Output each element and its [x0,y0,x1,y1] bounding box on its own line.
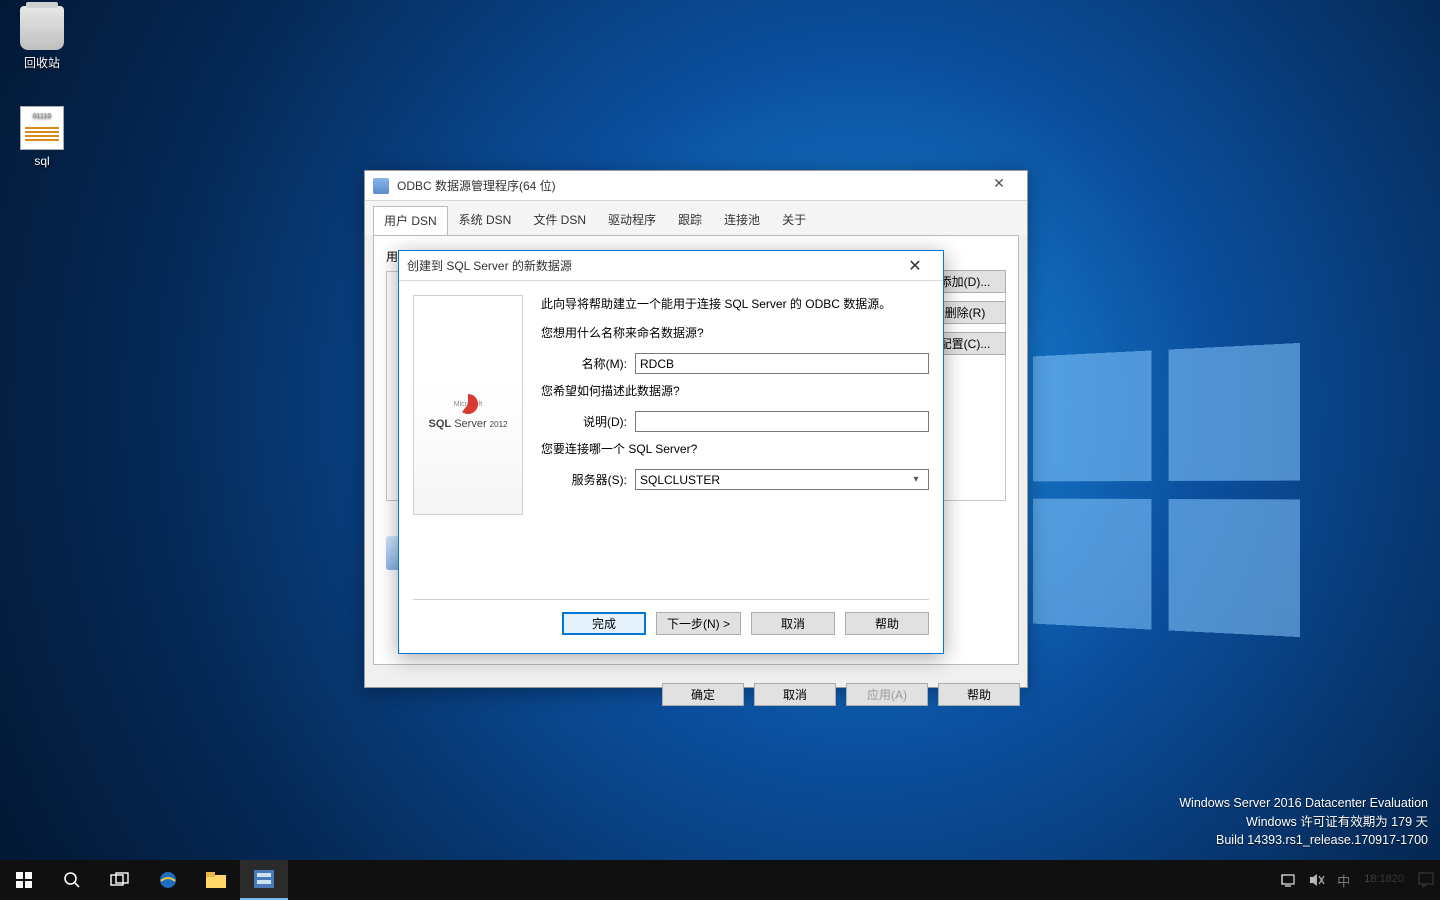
tab-pooling[interactable]: 连接池 [713,205,771,235]
tab-system-dsn[interactable]: 系统 DSN [448,205,523,235]
evaluation-watermark: Windows Server 2016 Datacenter Evaluatio… [1179,794,1428,850]
tab-file-dsn[interactable]: 文件 DSN [522,205,597,235]
tray-date: 20 [1392,873,1404,886]
tray-time: 18:18 [1364,873,1392,886]
tab-strip: 用户 DSN 系统 DSN 文件 DSN 驱动程序 跟踪 连接池 关于 [365,201,1027,235]
desktop-icon-label: sql [6,154,78,168]
dialog-button-row: 确定 取消 应用(A) 帮助 [662,683,1020,706]
window-title: 创建到 SQL Server 的新数据源 [407,257,895,274]
tray-network-icon[interactable] [1275,860,1303,900]
server-combobox[interactable]: ▾ [635,469,929,490]
taskbar-app-explorer[interactable] [192,860,240,900]
taskbar-app-odbc[interactable] [240,860,288,900]
ok-button[interactable]: 确定 [662,683,744,706]
watermark-line: Windows Server 2016 Datacenter Evaluatio… [1179,794,1428,813]
tab-drivers[interactable]: 驱动程序 [597,205,667,235]
tray-ime[interactable]: 中 [1331,860,1356,900]
apply-button[interactable]: 应用(A) [846,683,928,706]
titlebar[interactable]: 创建到 SQL Server 的新数据源 ✕ [399,251,943,281]
sqlserver-dsn-wizard: 创建到 SQL Server 的新数据源 ✕ Microsoft SQL Ser… [398,250,944,654]
taskbar: 中 18:18 20 [0,860,1440,900]
name-input[interactable] [635,353,929,374]
tab-about[interactable]: 关于 [771,205,817,235]
server-label: 服务器(S): [541,471,627,488]
odbc-icon [373,178,389,194]
titlebar[interactable]: ODBC 数据源管理程序(64 位) ✕ [365,171,1027,201]
desktop-icon-sql[interactable]: sql [6,106,78,168]
description-label: 说明(D): [541,413,627,430]
desktop-icon-label: 回收站 [6,54,78,71]
wizard-question-name: 您想用什么名称来命名数据源? [541,324,929,341]
search-button[interactable] [48,860,96,900]
description-input[interactable] [635,411,929,432]
wizard-question-server: 您要连接哪一个 SQL Server? [541,440,929,457]
next-button[interactable]: 下一步(N) > [656,612,741,635]
finish-button[interactable]: 完成 [562,612,646,635]
desktop-icon-recycle-bin[interactable]: 回收站 [6,6,78,71]
tab-tracing[interactable]: 跟踪 [667,205,713,235]
watermark-line: Build 14393.rs1_release.170917-1700 [1179,831,1428,850]
help-button[interactable]: 帮助 [938,683,1020,706]
server-input[interactable] [640,470,908,489]
desktop: 回收站 sql Windows Server 2016 Datacenter E… [0,0,1440,900]
window-title: ODBC 数据源管理程序(64 位) [397,177,979,194]
system-tray: 中 18:18 20 [1275,860,1440,900]
recycle-bin-icon [20,6,64,50]
sqlserver-logo-icon [458,394,478,414]
close-button[interactable]: ✕ [895,252,935,280]
tray-action-center-icon[interactable] [1412,860,1440,900]
wizard-intro: 此向导将帮助建立一个能用于连接 SQL Server 的 ODBC 数据源。 [541,295,929,312]
tray-volume-icon[interactable] [1303,860,1331,900]
cancel-button[interactable]: 取消 [751,612,835,635]
task-view-button[interactable] [96,860,144,900]
start-button[interactable] [0,860,48,900]
watermark-line: Windows 许可证有效期为 179 天 [1179,813,1428,832]
close-button[interactable]: ✕ [979,175,1019,197]
sqlserver-wordmark: SQL Server 2012 [429,418,508,430]
wizard-form: 此向导将帮助建立一个能用于连接 SQL Server 的 ODBC 数据源。 您… [541,295,929,599]
chevron-down-icon[interactable]: ▾ [908,474,924,485]
help-button[interactable]: 帮助 [845,612,929,635]
wizard-button-row: 完成 下一步(N) > 取消 帮助 [399,600,943,647]
wizard-question-desc: 您希望如何描述此数据源? [541,382,929,399]
tab-user-dsn[interactable]: 用户 DSN [373,206,448,236]
file-icon [20,106,64,150]
tray-clock[interactable]: 18:18 20 [1356,860,1412,900]
windows-hero-logo [1033,343,1300,637]
wizard-sidebar-image: Microsoft SQL Server 2012 [413,295,523,515]
cancel-button[interactable]: 取消 [754,683,836,706]
taskbar-app-ie[interactable] [144,860,192,900]
name-label: 名称(M): [541,355,627,372]
